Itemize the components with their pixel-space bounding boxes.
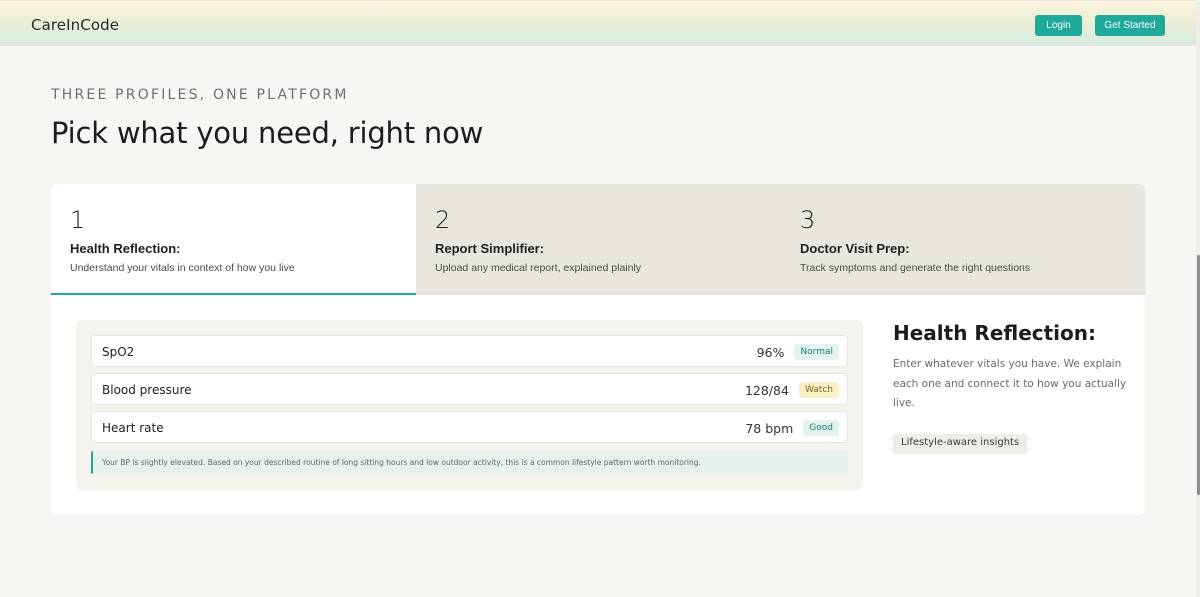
vital-name: Heart rate — [102, 421, 164, 435]
tab-description: Upload any medical report, explained pla… — [435, 262, 642, 274]
brand-logo[interactable]: CareInCode — [31, 16, 119, 34]
tab-name: Report Simplifier: — [435, 241, 545, 256]
get-started-button[interactable]: Get Started — [1095, 15, 1165, 36]
status-badge: Good — [803, 420, 839, 436]
vitals-panel: SpO2 96% Normal Blood pressure 128/84 Wa… — [76, 320, 863, 490]
vital-name: SpO2 — [102, 345, 135, 359]
status-badge: Normal — [794, 344, 839, 360]
info-description: Enter whatever vitals you have. We expla… — [893, 358, 1127, 409]
section-eyebrow: THREE PROFILES, ONE PLATFORM — [51, 87, 349, 103]
vital-row-blood-pressure: Blood pressure 128/84 Watch — [91, 373, 848, 405]
section-title: Pick what you need, right now — [51, 116, 484, 150]
vital-value: 128/84 — [744, 382, 789, 398]
feature-chip: Lifestyle-aware insights — [893, 434, 1028, 454]
tab-name: Health Reflection: — [70, 241, 181, 256]
profile-tabs: 1 Health Reflection: Understand your vit… — [51, 184, 1145, 295]
vital-row-spo2: SpO2 96% Normal — [91, 335, 848, 367]
info-title: Health Reflection: — [893, 321, 1097, 345]
insight-note: Your BP is slightly elevated. Based on y… — [91, 451, 848, 474]
tab-number: 1 — [70, 206, 86, 234]
vital-value: 96% — [756, 344, 785, 360]
tab-report-simplifier[interactable]: 2 Report Simplifier: Upload any medical … — [416, 184, 781, 295]
vital-value: 78 bpm — [745, 420, 794, 436]
tab-doctor-visit-prep[interactable]: 3 Doctor Visit Prep: Track symptoms and … — [781, 184, 1145, 295]
vital-row-heart-rate: Heart rate 78 bpm Good — [91, 411, 848, 443]
tab-health-reflection[interactable]: 1 Health Reflection: Understand your vit… — [51, 184, 416, 295]
status-badge: Watch — [798, 382, 839, 398]
tab-number: 2 — [435, 206, 451, 234]
tab-number: 3 — [800, 206, 816, 234]
tab-description: Understand your vitals in context of how… — [70, 262, 295, 274]
tab-name: Doctor Visit Prep: — [800, 241, 910, 256]
profiles-card: 1 Health Reflection: Understand your vit… — [51, 184, 1145, 515]
tab-description: Track symptoms and generate the right qu… — [800, 262, 1031, 274]
vital-name: Blood pressure — [102, 383, 192, 397]
login-button[interactable]: Login — [1035, 15, 1082, 36]
top-header: CareInCode Login Get Started — [0, 0, 1200, 46]
